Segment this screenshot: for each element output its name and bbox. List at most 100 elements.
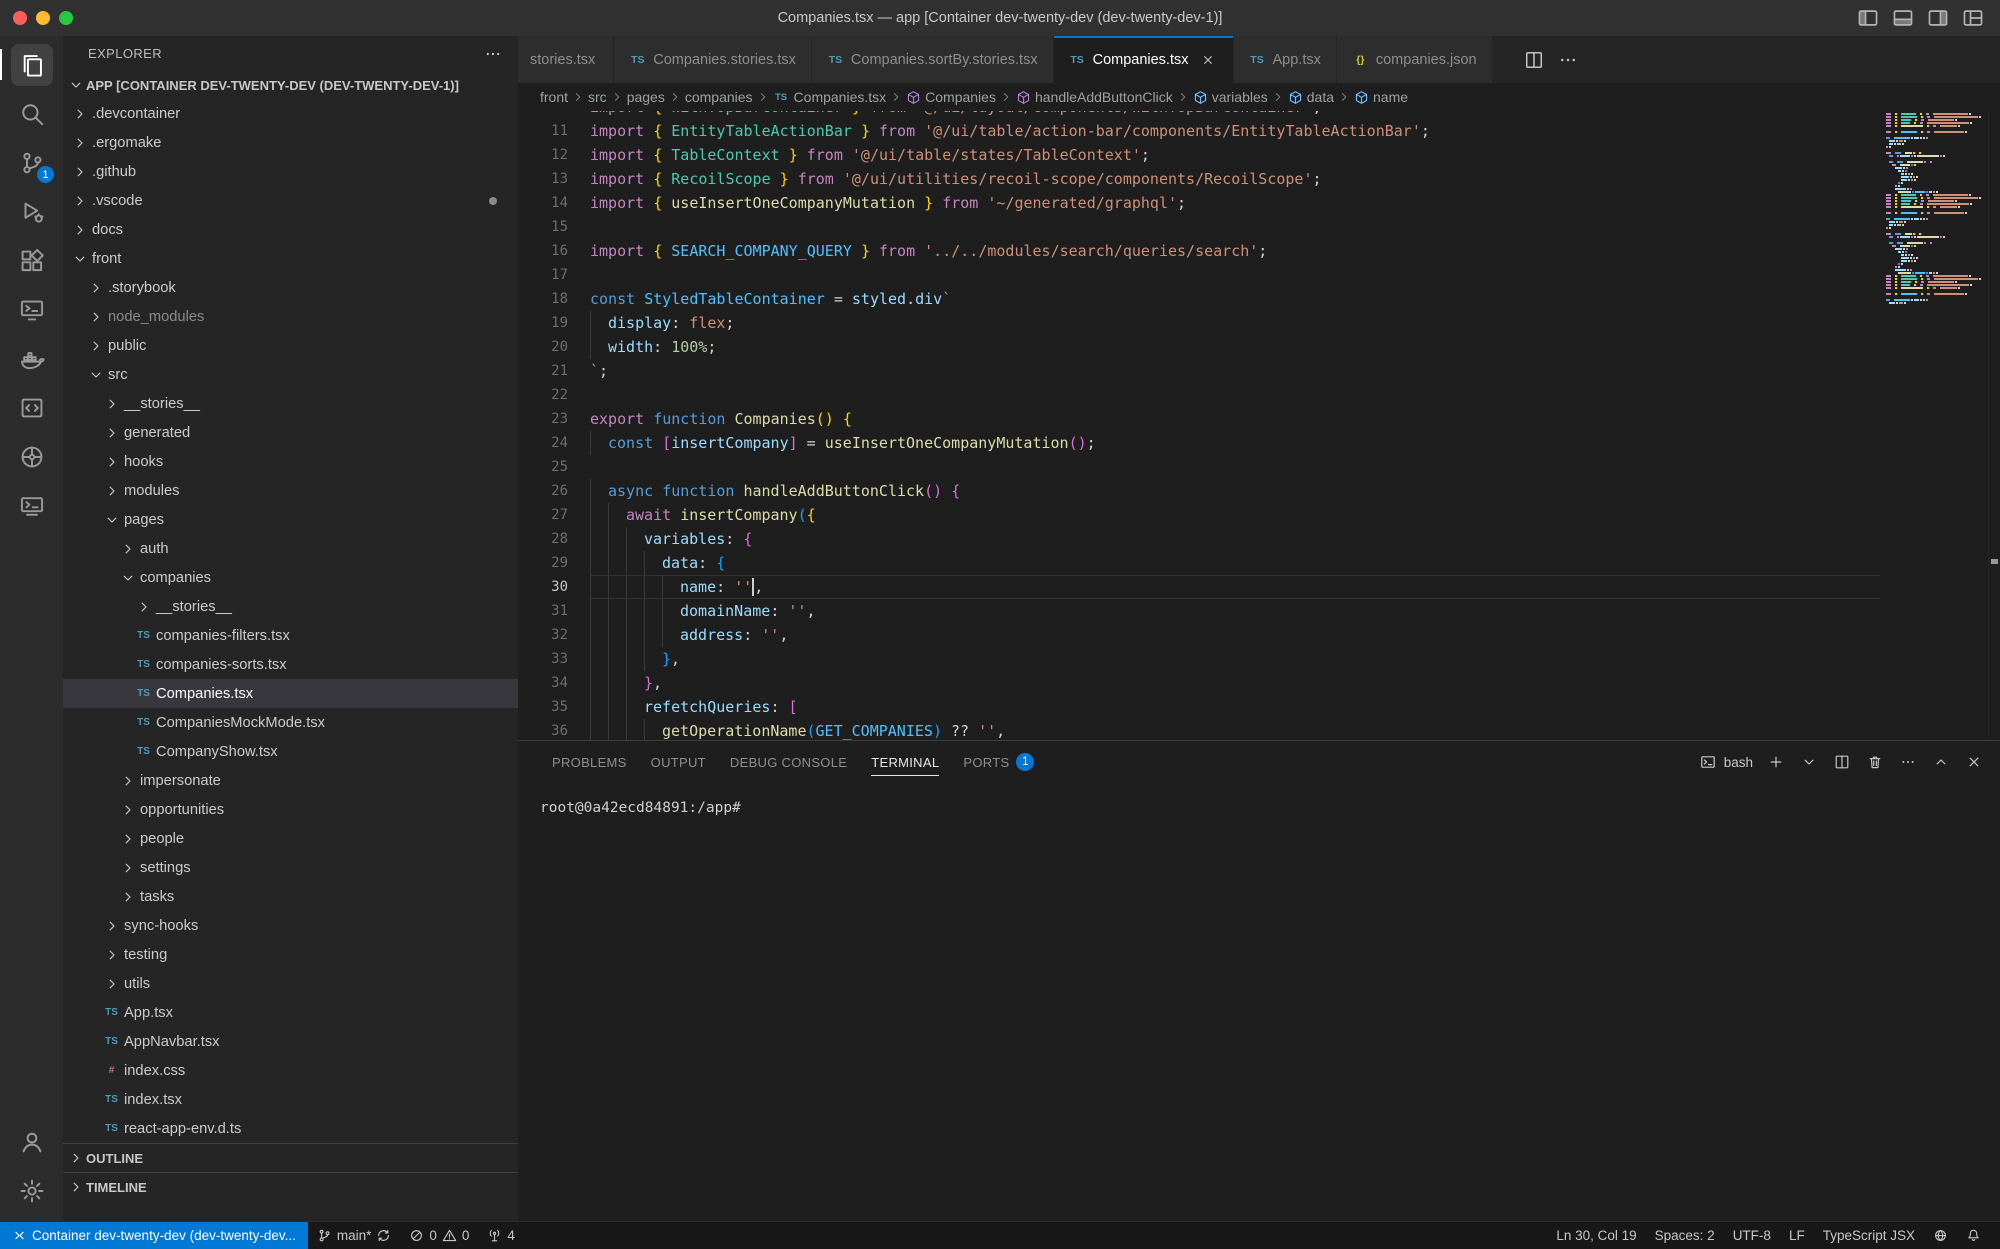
remote-window-icon[interactable]: [0, 481, 63, 530]
code-line-25[interactable]: 25: [518, 455, 1880, 479]
launch-profile-chevron-icon[interactable]: [1799, 752, 1819, 772]
kill-terminal-button[interactable]: [1865, 752, 1885, 772]
accounts-icon[interactable]: [0, 1117, 63, 1166]
folder-utils[interactable]: utils: [63, 969, 518, 998]
tab-companies.json[interactable]: {}companies.json: [1337, 36, 1493, 83]
layout-sidebar-left-icon[interactable]: [1857, 7, 1879, 29]
breadcrumb-variables[interactable]: variables: [1193, 89, 1268, 105]
code-line-23[interactable]: 23export function Companies() {: [518, 407, 1880, 431]
panel-more-actions-button[interactable]: [1898, 752, 1918, 772]
line-number[interactable]: 29: [518, 551, 568, 575]
breadcrumb-Companies.tsx[interactable]: TSCompanies.tsx: [773, 89, 887, 105]
line-number[interactable]: 24: [518, 431, 568, 455]
close-tab-icon[interactable]: [1198, 50, 1218, 70]
encoding-indicator[interactable]: UTF-8: [1724, 1222, 1780, 1249]
folder-impersonate[interactable]: impersonate: [63, 766, 518, 795]
code-editor[interactable]: 10import { WithTopBarContainer } from '@…: [518, 111, 2000, 740]
code-line-32[interactable]: 32address: '',: [518, 623, 1880, 647]
line-number[interactable]: 13: [518, 167, 568, 191]
folder-pages[interactable]: pages: [63, 505, 518, 534]
code-line-27[interactable]: 27await insertCompany({: [518, 503, 1880, 527]
code-line-30[interactable]: 30name: '',: [518, 575, 1880, 599]
folder-sync-hooks[interactable]: sync-hooks: [63, 911, 518, 940]
file-index.tsx[interactable]: TSindex.tsx: [63, 1085, 518, 1114]
explorer-icon[interactable]: [0, 40, 63, 89]
search-icon[interactable]: [0, 89, 63, 138]
code-line-26[interactable]: 26async function handleAddButtonClick() …: [518, 479, 1880, 503]
folder-.ergomake[interactable]: .ergomake: [63, 128, 518, 157]
remote-explorer-icon[interactable]: [0, 285, 63, 334]
extensions-icon[interactable]: [0, 236, 63, 285]
timeline-section-header[interactable]: TIMELINE: [63, 1172, 518, 1201]
line-number[interactable]: 33: [518, 647, 568, 671]
file-CompanyShow.tsx[interactable]: TSCompanyShow.tsx: [63, 737, 518, 766]
line-number[interactable]: 23: [518, 407, 568, 431]
line-number[interactable]: 10: [518, 111, 568, 119]
file-companies-sorts.tsx[interactable]: TScompanies-sorts.tsx: [63, 650, 518, 679]
file-react-app-env.d.ts[interactable]: TSreact-app-env.d.ts: [63, 1114, 518, 1143]
kubernetes-icon[interactable]: [0, 432, 63, 481]
code-line-35[interactable]: 35refetchQueries: [: [518, 695, 1880, 719]
line-number[interactable]: 18: [518, 287, 568, 311]
split-terminal-button[interactable]: [1832, 752, 1852, 772]
tab-App.tsx[interactable]: TSApp.tsx: [1234, 36, 1337, 83]
line-number[interactable]: 14: [518, 191, 568, 215]
breadcrumb-pages[interactable]: pages: [627, 89, 665, 105]
line-number[interactable]: 34: [518, 671, 568, 695]
code-line-24[interactable]: 24const [insertCompany] = useInsertOneCo…: [518, 431, 1880, 455]
folder-front[interactable]: front: [63, 244, 518, 273]
zoom-window-button[interactable]: [59, 11, 73, 25]
line-number[interactable]: 25: [518, 455, 568, 479]
tab-Companies.tsx[interactable]: TSCompanies.tsx: [1054, 36, 1234, 83]
git-branch-indicator[interactable]: main*: [308, 1222, 401, 1249]
layout-sidebar-right-icon[interactable]: [1927, 7, 1949, 29]
folder-__stories__[interactable]: __stories__: [63, 592, 518, 621]
code-line-13[interactable]: 13import { RecoilScope } from '@/ui/util…: [518, 167, 1880, 191]
code-line-28[interactable]: 28variables: {: [518, 527, 1880, 551]
code-line-36[interactable]: 36getOperationName(GET_COMPANIES) ?? '',: [518, 719, 1880, 740]
line-number[interactable]: 26: [518, 479, 568, 503]
ports-indicator[interactable]: 4: [478, 1222, 524, 1249]
line-number[interactable]: 19: [518, 311, 568, 335]
cursor-position-indicator[interactable]: Ln 30, Col 19: [1547, 1222, 1645, 1249]
close-window-button[interactable]: [13, 11, 27, 25]
split-editor-button[interactable]: [1523, 49, 1545, 71]
terminal-output[interactable]: root@0a42ecd84891:/app#: [518, 783, 2000, 1221]
breadcrumb-name[interactable]: name: [1354, 89, 1408, 105]
minimize-window-button[interactable]: [36, 11, 50, 25]
line-number[interactable]: 12: [518, 143, 568, 167]
line-number[interactable]: 35: [518, 695, 568, 719]
code-line-18[interactable]: 18const StyledTableContainer = styled.di…: [518, 287, 1880, 311]
notifications-indicator[interactable]: [1957, 1222, 1990, 1249]
layout-panel-icon[interactable]: [1892, 7, 1914, 29]
breadcrumb-data[interactable]: data: [1288, 89, 1334, 105]
code-line-33[interactable]: 33},: [518, 647, 1880, 671]
code-line-12[interactable]: 12import { TableContext } from '@/ui/tab…: [518, 143, 1880, 167]
maximize-panel-button[interactable]: [1931, 752, 1951, 772]
folder-public[interactable]: public: [63, 331, 518, 360]
file-companies-filters.tsx[interactable]: TScompanies-filters.tsx: [63, 621, 518, 650]
folder-src[interactable]: src: [63, 360, 518, 389]
folder-__stories__[interactable]: __stories__: [63, 389, 518, 418]
file-AppNavbar.tsx[interactable]: TSAppNavbar.tsx: [63, 1027, 518, 1056]
panel-tab-ports[interactable]: PORTS1: [951, 741, 1046, 783]
code-line-11[interactable]: 11import { EntityTableActionBar } from '…: [518, 119, 1880, 143]
folder-settings[interactable]: settings: [63, 853, 518, 882]
code-area[interactable]: 10import { WithTopBarContainer } from '@…: [518, 111, 1880, 740]
code-line-21[interactable]: 21`;: [518, 359, 1880, 383]
code-line-10[interactable]: 10import { WithTopBarContainer } from '@…: [518, 111, 1880, 119]
folder-.devcontainer[interactable]: .devcontainer: [63, 99, 518, 128]
file-index.css[interactable]: #index.css: [63, 1056, 518, 1085]
panel-tab-terminal[interactable]: TERMINAL: [859, 741, 951, 783]
line-number[interactable]: 30: [518, 575, 568, 599]
line-number[interactable]: 11: [518, 119, 568, 143]
folder-.github[interactable]: .github: [63, 157, 518, 186]
tab-Companies.sortBy.stories.tsx[interactable]: TSCompanies.sortBy.stories.tsx: [812, 36, 1054, 83]
panel-tab-output[interactable]: OUTPUT: [639, 741, 718, 783]
tab-stories.tsx[interactable]: stories.tsx: [518, 36, 614, 83]
tab-Companies.stories.tsx[interactable]: TSCompanies.stories.tsx: [614, 36, 812, 83]
folder-auth[interactable]: auth: [63, 534, 518, 563]
editor-more-actions-button[interactable]: [1557, 49, 1579, 71]
line-number[interactable]: 21: [518, 359, 568, 383]
feedback-indicator[interactable]: [1924, 1222, 1957, 1249]
